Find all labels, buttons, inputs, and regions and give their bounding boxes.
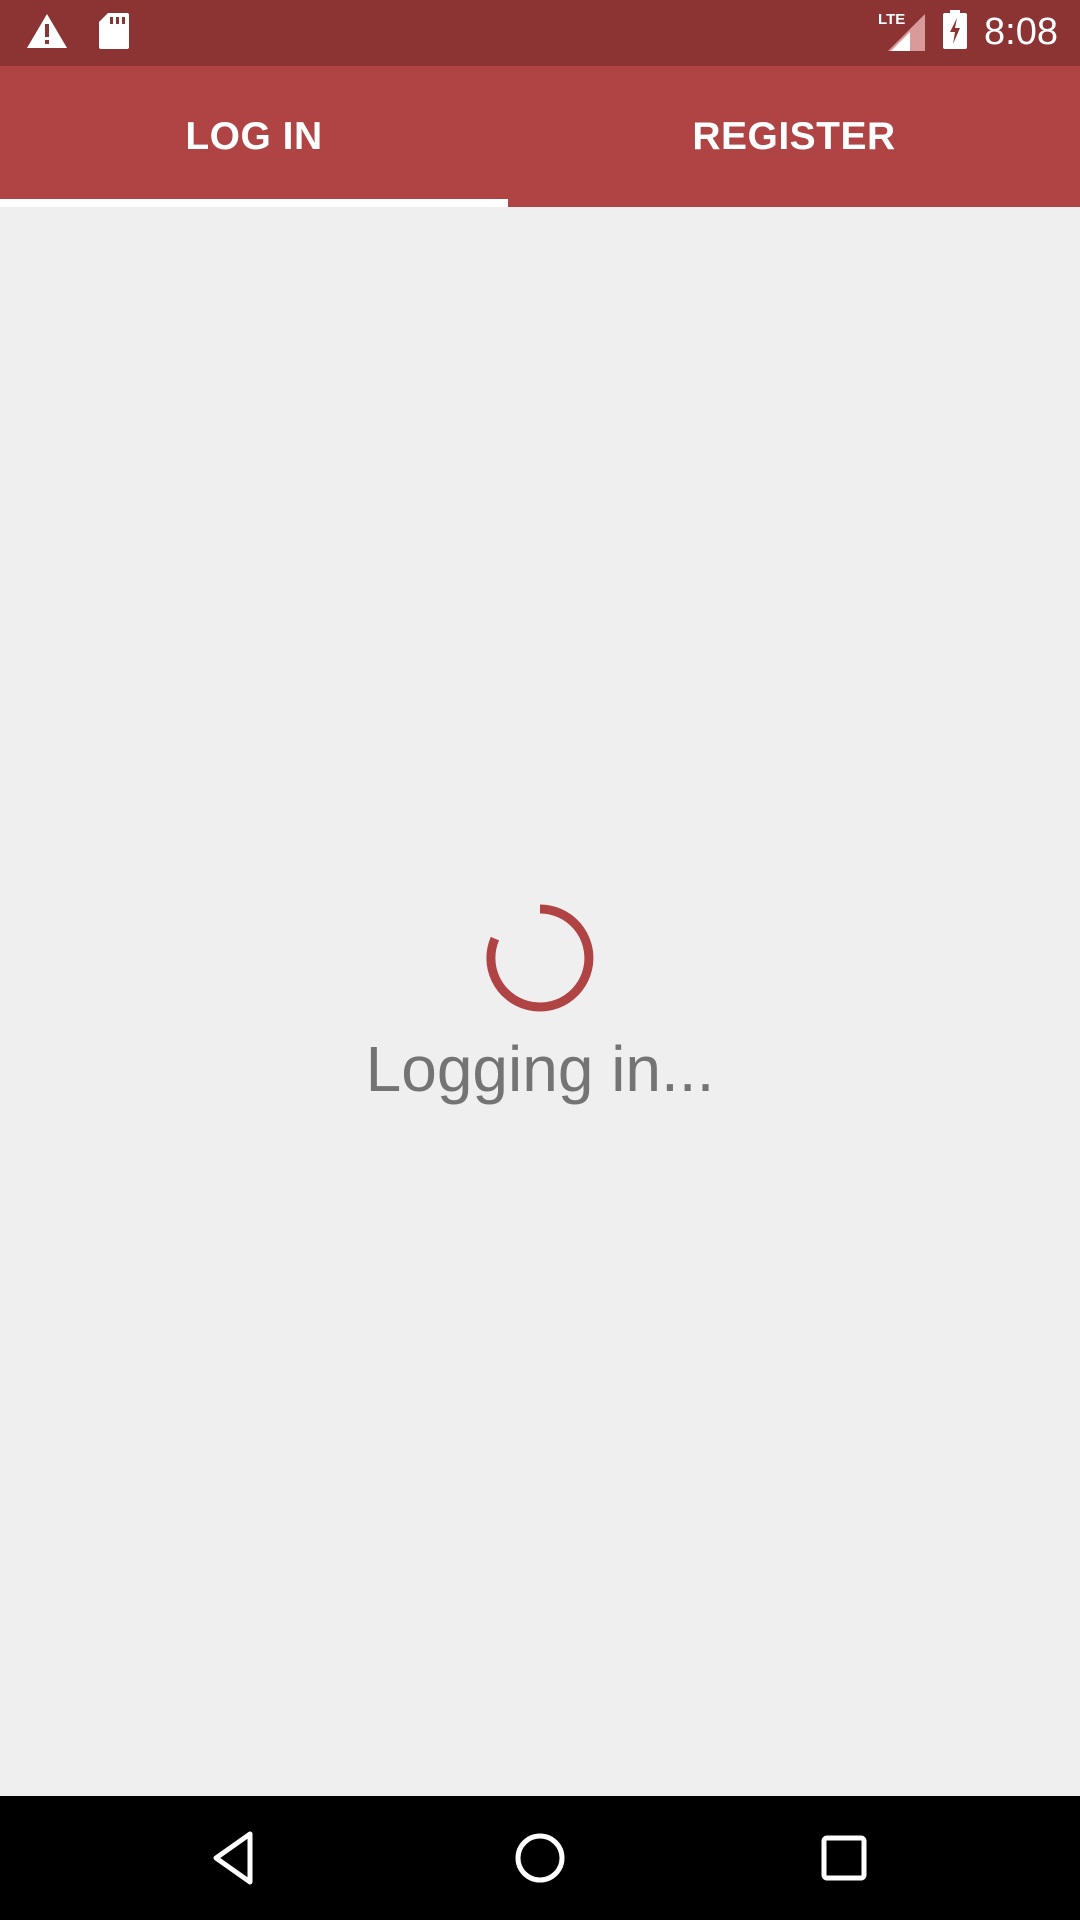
home-icon [508,1833,572,1894]
recents-icon [812,1835,876,1894]
warning-icon [26,13,68,54]
main-content: Logging in... [0,207,1080,1796]
sd-card-icon [98,12,130,55]
battery-charging-icon [942,9,968,55]
tab-log-in[interactable]: LOG IN [0,66,508,207]
loading-text: Logging in... [365,1033,715,1105]
lte-signal-icon: LTE [878,12,926,52]
tab-bar: LOG IN REGISTER [0,66,1080,207]
home-button[interactable] [508,1826,572,1890]
navigation-bar [0,1796,1080,1920]
status-bar: LTE 8:08 [0,0,1080,66]
network-type-label: LTE [878,11,906,28]
recents-button[interactable] [812,1826,876,1890]
back-button[interactable] [204,1826,268,1890]
clock: 8:08 [984,11,1058,53]
tab-register-label: REGISTER [692,114,896,158]
loading-spinner-icon [486,904,594,1012]
tab-selected-indicator [0,199,508,207]
back-icon [204,1831,268,1894]
tab-register[interactable]: REGISTER [508,66,1080,207]
tab-log-in-label: LOG IN [185,114,323,158]
